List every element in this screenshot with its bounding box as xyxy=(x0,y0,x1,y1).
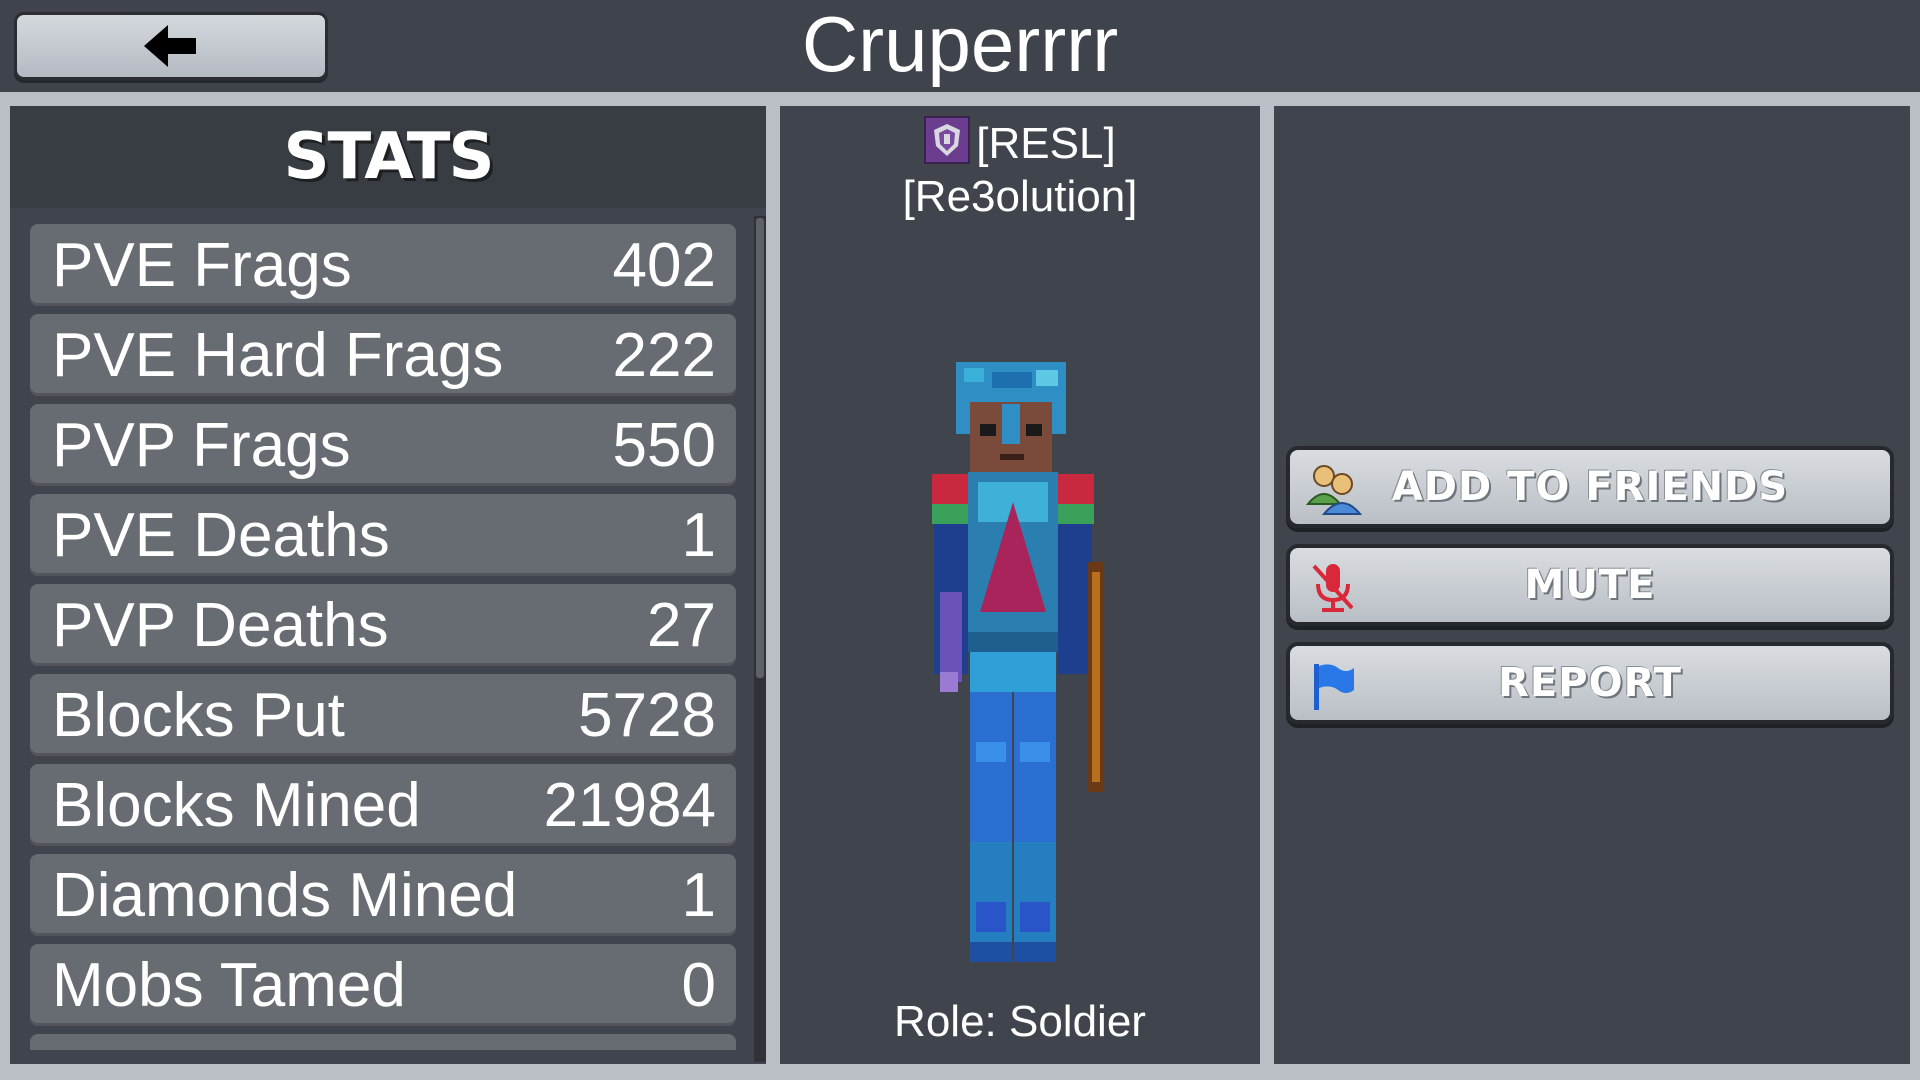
muted-microphone-icon xyxy=(1304,558,1362,626)
stat-label: PVE Deaths xyxy=(52,500,390,570)
clan-shield-icon xyxy=(924,116,971,177)
stats-title: STATS xyxy=(10,106,766,208)
stat-label: Blocks Mined xyxy=(52,770,421,840)
flag-icon xyxy=(1304,656,1362,724)
stat-label: PVP Frags xyxy=(52,410,351,480)
mute-button[interactable]: MUTE xyxy=(1286,544,1894,626)
stat-value: 27 xyxy=(647,590,716,660)
character-panel: [RESL] [Re3olution] Role: Soldier xyxy=(780,106,1260,1064)
stat-row: PVE Deaths 1 xyxy=(30,494,736,576)
stat-row: PVE Hard Frags 222 xyxy=(30,314,736,396)
stat-label: PVE Frags xyxy=(52,230,352,300)
report-button[interactable]: REPORT xyxy=(1286,642,1894,724)
add-to-friends-button[interactable]: ADD TO FRIENDS xyxy=(1286,446,1894,528)
mute-label: MUTE xyxy=(1524,562,1656,608)
stat-label: Diamonds Mined xyxy=(52,860,518,930)
stat-value: 21984 xyxy=(543,770,716,840)
clan-tag-line: [RESL] xyxy=(780,116,1260,177)
stat-value: 222 xyxy=(612,320,716,390)
stat-row: Blocks Mined 21984 xyxy=(30,764,736,846)
friends-icon xyxy=(1304,460,1363,528)
clan-tag: [RESL] xyxy=(976,119,1116,169)
stat-row: PVP Frags 550 xyxy=(30,404,736,486)
stat-row: Blocks Put 5728 xyxy=(30,674,736,756)
stat-label: Mobs Tamed xyxy=(52,950,406,1020)
stats-list[interactable]: PVE Frags 402 PVE Hard Frags 222 PVP Fra… xyxy=(30,224,736,1050)
stat-value: 5728 xyxy=(578,680,716,750)
add-to-friends-label: ADD TO FRIENDS xyxy=(1391,464,1789,510)
stat-label: PVE Hard Frags xyxy=(52,320,504,390)
stat-value: 0 xyxy=(681,950,716,1020)
stats-scrollbar[interactable] xyxy=(754,216,766,1062)
stat-label: Weapons Crafted xyxy=(52,1040,533,1051)
back-button[interactable] xyxy=(14,12,328,80)
top-bar: Cruperrrr xyxy=(0,0,1920,92)
stat-label: PVP Deaths xyxy=(52,590,389,660)
stat-row: PVP Deaths 27 xyxy=(30,584,736,666)
stat-row: Mobs Tamed 0 xyxy=(30,944,736,1026)
actions-panel: ADD TO FRIENDS MUTE REPORT xyxy=(1274,106,1910,1064)
stat-row: Weapons Crafted 5 xyxy=(30,1034,736,1050)
stat-label: Blocks Put xyxy=(52,680,345,750)
stat-row: Diamonds Mined 1 xyxy=(30,854,736,936)
stat-value: 402 xyxy=(612,230,716,300)
player-name-title: Cruperrrr xyxy=(801,0,1119,88)
stat-value: 1 xyxy=(681,860,716,930)
stat-value: 550 xyxy=(612,410,716,480)
report-label: REPORT xyxy=(1498,660,1682,706)
stats-scroll-thumb[interactable] xyxy=(756,218,764,678)
arrow-left-icon xyxy=(144,25,196,67)
stats-panel: STATS PVE Frags 402 PVE Hard Frags 222 P… xyxy=(10,106,766,1064)
stat-value: 5 xyxy=(682,1040,716,1051)
clan-name: [Re3olution] xyxy=(902,172,1138,221)
stat-row: PVE Frags 402 xyxy=(30,224,736,306)
player-role: Role: Soldier xyxy=(894,997,1146,1046)
stat-value: 1 xyxy=(681,500,716,570)
player-avatar xyxy=(932,362,1104,962)
